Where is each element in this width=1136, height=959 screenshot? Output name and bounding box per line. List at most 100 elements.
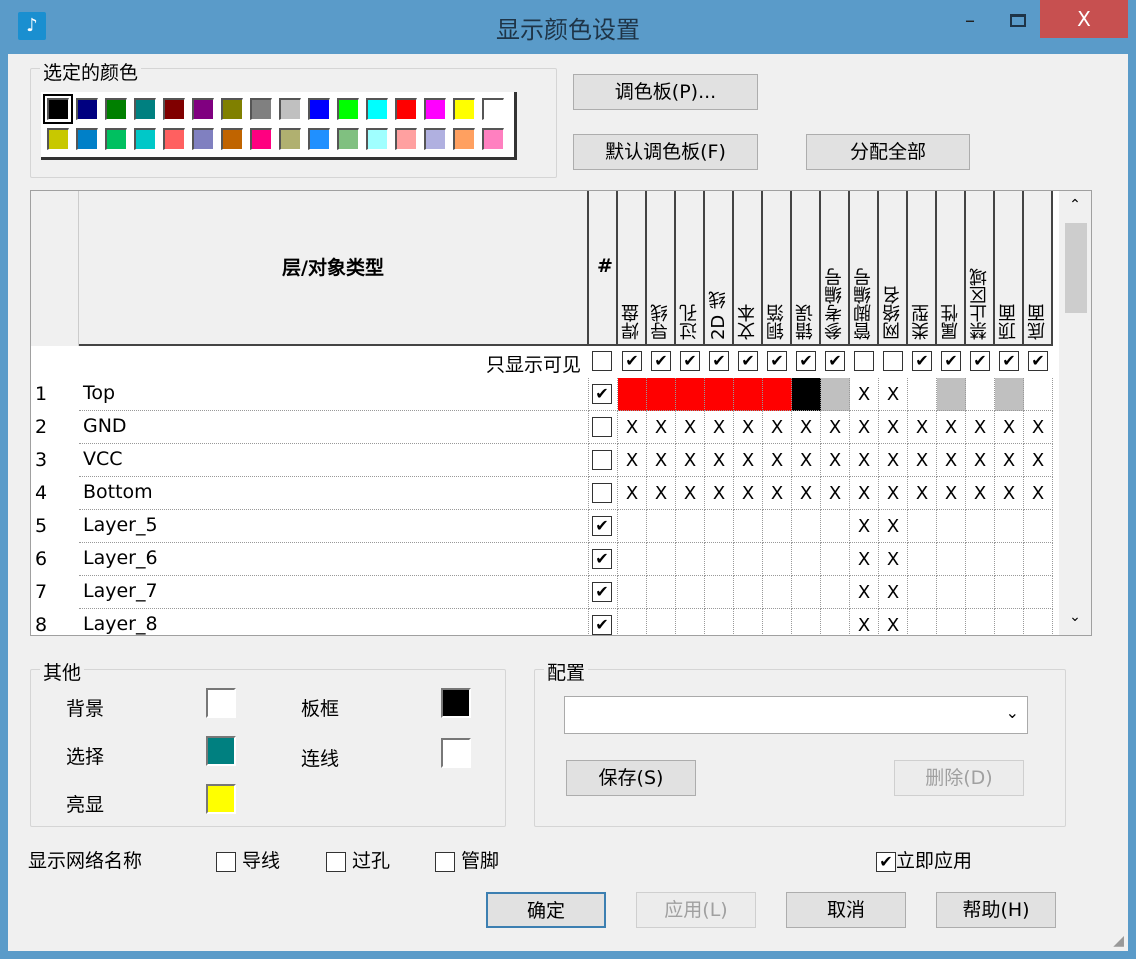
color-cell[interactable]: X (879, 411, 908, 444)
color-cell[interactable] (792, 543, 821, 576)
color-cell[interactable]: X (879, 477, 908, 510)
color-cell[interactable] (734, 510, 763, 543)
layer-name[interactable]: Layer_7 (79, 576, 589, 609)
color-cell[interactable]: X (879, 543, 908, 576)
color-cell[interactable] (734, 576, 763, 609)
color-cell[interactable] (1024, 609, 1053, 635)
palette-color-swatch[interactable] (337, 128, 359, 150)
color-cell[interactable] (676, 378, 705, 411)
color-cell[interactable] (792, 609, 821, 635)
palette-color-swatch[interactable] (250, 128, 272, 150)
column-header[interactable]: 焊盘 (618, 191, 647, 346)
color-cell[interactable] (937, 543, 966, 576)
color-cell[interactable] (792, 576, 821, 609)
palette-color-swatch[interactable] (163, 98, 185, 120)
palette-color-swatch[interactable] (482, 98, 504, 120)
column-header[interactable]: 错误 (792, 191, 821, 346)
color-cell[interactable]: X (879, 444, 908, 477)
checkbox-box[interactable]: ✔ (876, 851, 896, 872)
color-cell[interactable] (1024, 576, 1053, 609)
checkbox-box[interactable] (435, 851, 455, 872)
color-cell[interactable]: X (1024, 444, 1053, 477)
layer-visible-checkbox[interactable]: ✔ (592, 384, 612, 404)
color-cell[interactable] (937, 609, 966, 635)
color-cell[interactable] (618, 510, 647, 543)
color-cell[interactable]: X (879, 576, 908, 609)
color-cell[interactable]: X (879, 378, 908, 411)
color-cell[interactable] (734, 609, 763, 635)
color-cell[interactable] (705, 378, 734, 411)
ok-button[interactable]: 确定 (486, 892, 606, 928)
vertical-scrollbar[interactable]: ⌃ ⌄ (1059, 191, 1091, 635)
palette-color-swatch[interactable] (43, 94, 73, 124)
color-cell[interactable] (647, 378, 676, 411)
color-cell[interactable] (647, 543, 676, 576)
checkbox-box[interactable] (216, 851, 236, 872)
visible-only-checkbox[interactable] (883, 351, 903, 371)
column-header[interactable]: 网络名 (879, 191, 908, 346)
palette-color-swatch[interactable] (134, 128, 156, 150)
palette-color-swatch[interactable] (395, 98, 417, 120)
color-cell[interactable] (908, 378, 937, 411)
color-cell[interactable] (763, 609, 792, 635)
color-cell[interactable] (763, 543, 792, 576)
net-names-pin-checkbox[interactable]: 管脚 (435, 846, 499, 873)
assign-all-button[interactable]: 分配全部 (806, 134, 970, 170)
color-cell[interactable] (1024, 543, 1053, 576)
color-cell[interactable]: X (792, 477, 821, 510)
visible-only-checkbox[interactable]: ✔ (767, 351, 787, 371)
visible-only-checkbox[interactable]: ✔ (999, 351, 1019, 371)
table-row[interactable]: 8 Layer_8 ✔ X X (31, 609, 1059, 635)
layer-name[interactable]: VCC (79, 444, 589, 477)
layer-visible-checkbox[interactable]: ✔ (592, 516, 612, 536)
palette-color-swatch[interactable] (308, 98, 330, 120)
scroll-down-icon[interactable]: ⌄ (1059, 609, 1091, 625)
color-cell[interactable] (763, 510, 792, 543)
palette-color-swatch[interactable] (105, 128, 127, 150)
palette-color-swatch[interactable] (163, 128, 185, 150)
visible-only-checkbox[interactable]: ✔ (1028, 351, 1048, 371)
color-cell[interactable] (647, 576, 676, 609)
column-header[interactable]: 铜箔 (763, 191, 792, 346)
palette-color-swatch[interactable] (308, 128, 330, 150)
color-cell[interactable] (618, 543, 647, 576)
layer-visible-checkbox[interactable] (592, 450, 612, 470)
color-cell[interactable]: X (879, 510, 908, 543)
color-cell[interactable]: X (647, 444, 676, 477)
visible-only-checkbox[interactable]: ✔ (651, 351, 671, 371)
color-cell[interactable] (792, 378, 821, 411)
visible-only-checkbox[interactable] (854, 351, 874, 371)
palette-color-swatch[interactable] (424, 98, 446, 120)
color-cell[interactable]: X (618, 477, 647, 510)
color-cell[interactable]: X (734, 411, 763, 444)
color-cell[interactable] (705, 576, 734, 609)
column-header[interactable]: 过孔 (676, 191, 705, 346)
palette-color-swatch[interactable] (279, 98, 301, 120)
palette-color-swatch[interactable] (279, 128, 301, 150)
color-cell[interactable]: X (705, 477, 734, 510)
color-cell[interactable] (647, 510, 676, 543)
color-cell[interactable]: X (1024, 411, 1053, 444)
column-header[interactable]: 类型 (908, 191, 937, 346)
color-cell[interactable]: X (734, 477, 763, 510)
title-bar[interactable]: ♪ 显示颜色设置 – X (0, 0, 1136, 54)
highlight-color-swatch[interactable] (206, 784, 236, 814)
layer-name[interactable]: Layer_6 (79, 543, 589, 576)
visible-only-checkbox[interactable]: ✔ (941, 351, 961, 371)
color-cell[interactable]: X (850, 510, 879, 543)
color-cell[interactable]: X (821, 444, 850, 477)
color-cell[interactable]: X (1024, 477, 1053, 510)
color-cell[interactable]: X (618, 411, 647, 444)
palette-color-swatch[interactable] (453, 128, 475, 150)
visible-only-checkbox[interactable]: ✔ (622, 351, 642, 371)
color-cell[interactable] (908, 510, 937, 543)
color-cell[interactable]: X (850, 609, 879, 635)
table-row[interactable]: 5 Layer_5 ✔ X X (31, 510, 1059, 543)
color-cell[interactable]: X (995, 411, 1024, 444)
color-cell[interactable]: X (966, 477, 995, 510)
palette-color-swatch[interactable] (366, 128, 388, 150)
color-cell[interactable] (995, 543, 1024, 576)
help-button[interactable]: 帮助(H) (936, 892, 1056, 928)
color-cell[interactable]: X (676, 411, 705, 444)
visible-only-checkbox[interactable]: ✔ (796, 351, 816, 371)
